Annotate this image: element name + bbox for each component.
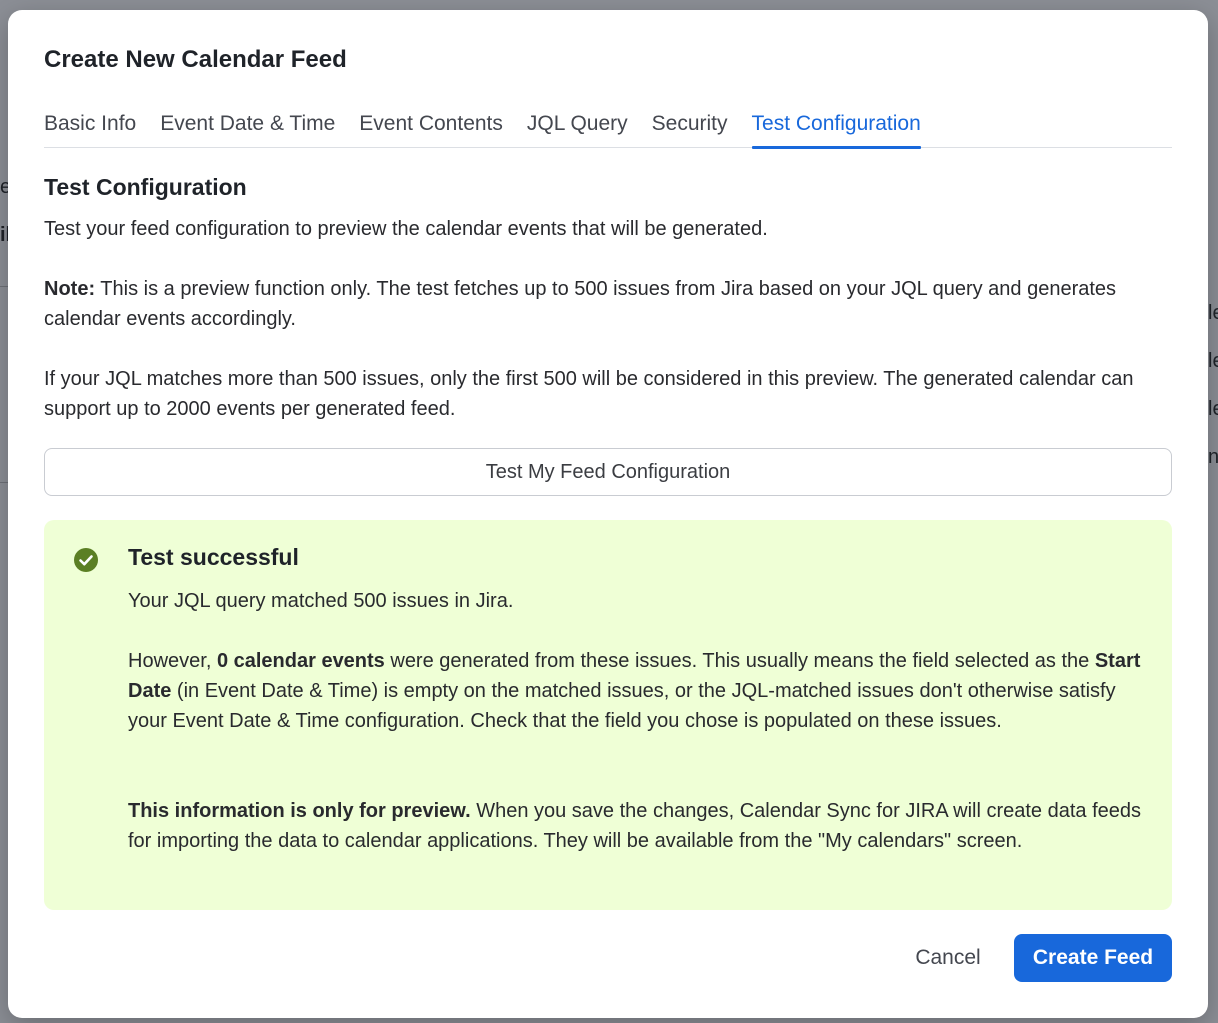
- backdrop-fragment: le: [1208, 398, 1218, 420]
- result-title: Test successful: [128, 544, 299, 570]
- event-count-highlight: 0 calendar events: [216, 650, 385, 672]
- note-text: Note: This is a preview function only. T…: [44, 274, 1172, 334]
- note-body: This is a preview function only. The tes…: [44, 278, 1117, 330]
- tab-bar: Basic Info Event Date & Time Event Conte…: [44, 106, 1172, 149]
- tab-event-date-time[interactable]: Event Date & Time: [160, 106, 335, 148]
- tab-event-contents[interactable]: Event Contents: [359, 106, 503, 148]
- create-feed-dialog: Create New Calendar Feed Basic Info Even…: [8, 10, 1208, 1018]
- intro-text: Test your feed configuration to preview …: [44, 218, 768, 240]
- check-circle-icon: [74, 548, 98, 572]
- backdrop-fragment: le: [1208, 302, 1218, 324]
- matched-text: Your JQL query matched 500 issues in Jir…: [128, 590, 514, 612]
- preview-label: This information is only for preview.: [128, 800, 471, 822]
- tab-basic-info[interactable]: Basic Info: [44, 106, 136, 148]
- backdrop-fragment: n: [1208, 446, 1218, 468]
- limit-text: If your JQL matches more than 500 issues…: [44, 368, 1134, 420]
- dialog-title: Create New Calendar Feed: [44, 46, 347, 73]
- note-label: Note:: [44, 278, 96, 300]
- tab-jql-query[interactable]: JQL Query: [527, 106, 628, 148]
- section-heading: Test Configuration: [44, 174, 247, 200]
- warning-part: (in Event Date & Time) is empty on the m…: [128, 680, 1116, 732]
- tab-security[interactable]: Security: [652, 106, 728, 148]
- cancel-button[interactable]: Cancel: [898, 934, 998, 982]
- preview-text: This information is only for preview. Wh…: [128, 796, 1142, 856]
- create-feed-button[interactable]: Create Feed: [1014, 934, 1172, 982]
- backdrop-fragment: le: [1208, 350, 1218, 372]
- tab-test-configuration[interactable]: Test Configuration: [751, 106, 922, 149]
- warning-part: were generated from these issues. This u…: [384, 650, 1095, 672]
- test-feed-button[interactable]: Test My Feed Configuration: [44, 448, 1172, 496]
- warning-text: However, 0 calendar events were generate…: [128, 646, 1142, 736]
- test-result-panel: Test successful Your JQL query matched 5…: [44, 520, 1172, 910]
- warning-part: However,: [128, 650, 217, 672]
